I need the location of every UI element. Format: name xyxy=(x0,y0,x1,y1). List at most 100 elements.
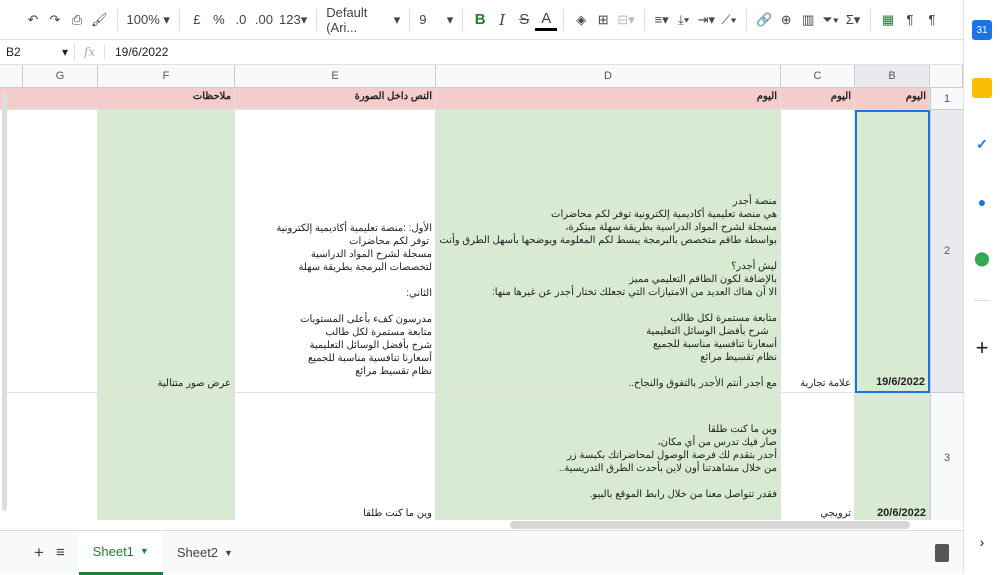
header-day-c[interactable]: اليوم xyxy=(781,88,855,110)
italic-button[interactable]: I xyxy=(491,6,513,34)
column-header-g[interactable]: G xyxy=(23,65,98,88)
divider xyxy=(178,8,180,31)
chart-icon[interactable]: ▥ xyxy=(797,6,819,34)
cell-b2-selected[interactable]: 19/6/2022 xyxy=(855,110,930,393)
cell-c2-text: علامة تجارية xyxy=(800,378,851,389)
format-label: 123 xyxy=(278,12,301,27)
cell-f2[interactable]: عرض صور متتالية xyxy=(98,110,235,393)
cell-d3[interactable]: وين ما كنت طلقا صار فيك تدرس من أي مكان،… xyxy=(436,393,781,520)
borders-icon[interactable]: ⊞ xyxy=(592,6,614,34)
currency-button[interactable]: £ xyxy=(186,6,208,34)
header-day-b[interactable]: اليوم xyxy=(855,88,930,110)
filter-icon[interactable]: ⏷▾ xyxy=(819,6,842,34)
sheet-grid[interactable]: G F E D C B ملاحظات النص داخل الصورة الي… xyxy=(0,65,963,520)
cell-d2-text: منصة أجدر هي منصة تعليمية أكاديمية إلكتر… xyxy=(436,196,777,389)
cell-b2-text: 19/6/2022 xyxy=(876,376,925,388)
cell-f3[interactable] xyxy=(98,393,235,520)
print-icon[interactable]: ⎙ xyxy=(66,6,88,34)
bold-button[interactable]: B xyxy=(469,6,491,34)
cell-e3[interactable]: وين ما كنت طلقا xyxy=(235,393,436,520)
zoom-select[interactable]: 100% ▾ xyxy=(124,6,173,34)
add-sheet-icon[interactable]: + xyxy=(0,531,50,575)
sheet-tabs-bar: + ≡ Sheet1 ▼ Sheet2 ▼ xyxy=(0,530,963,575)
side-panel: 31 ✓ ● ⬤ + › xyxy=(963,0,1000,574)
toolbar: ↶ ↷ ⎙ 🖌 100% ▾ £ % .0 .00 123 ▾ Default (… xyxy=(0,0,963,40)
row-header-3[interactable]: 3 xyxy=(930,393,963,520)
header-image-text[interactable]: النص داخل الصورة xyxy=(235,88,436,110)
ltr-icon[interactable]: ▦ xyxy=(877,6,899,34)
text-color-button[interactable]: A xyxy=(535,9,558,31)
paint-format-icon[interactable]: 🖌 xyxy=(88,6,111,34)
formula-bar: B2 ▾ fx 19/6/2022 xyxy=(0,40,963,65)
corner xyxy=(0,65,23,88)
cell-b3[interactable]: 20/6/2022 xyxy=(855,393,930,520)
more-formats-button[interactable]: 123 ▾ xyxy=(276,6,310,34)
all-sheets-icon[interactable]: ≡ xyxy=(50,531,79,575)
header-notes[interactable]: ملاحظات xyxy=(98,88,235,110)
divider xyxy=(316,8,318,31)
keep-icon[interactable] xyxy=(972,78,992,98)
comment-icon[interactable]: ⊕ xyxy=(775,6,797,34)
cell-c3-text: ترويجي xyxy=(820,508,851,519)
expand-panel-icon[interactable]: › xyxy=(972,532,992,552)
column-header-f[interactable]: F xyxy=(98,65,235,88)
font-select[interactable]: Default (Ari... ▾ xyxy=(323,4,403,35)
cell-c2[interactable]: علامة تجارية xyxy=(781,110,855,393)
horizontal-scrollbar[interactable] xyxy=(510,521,910,529)
vertical-align-icon[interactable]: ⤓▾ xyxy=(673,6,695,34)
tab-sheet1[interactable]: Sheet1 ▼ xyxy=(78,530,163,575)
explore-icon[interactable] xyxy=(935,543,949,562)
add-addon-icon[interactable]: + xyxy=(972,335,992,360)
contacts-icon[interactable]: ● xyxy=(972,192,992,212)
tab-label: Sheet2 xyxy=(176,545,219,560)
fx-icon: fx xyxy=(75,45,105,59)
text-rotation-icon[interactable]: ⟋▾ xyxy=(718,6,740,34)
tab-label: Sheet1 xyxy=(92,543,134,559)
chevron-down-icon: ▼ xyxy=(139,546,149,556)
cell-g3[interactable] xyxy=(7,393,98,520)
cell-c3[interactable]: ترويجي xyxy=(781,393,855,520)
text-wrap-icon[interactable]: ⇥▾ xyxy=(695,6,718,34)
maps-icon[interactable]: ⬤ xyxy=(972,248,992,268)
column-header-d[interactable]: D xyxy=(436,65,781,88)
merge-cells-icon[interactable]: ⊟▾ xyxy=(614,6,637,34)
strikethrough-button[interactable]: S xyxy=(513,6,535,34)
cell-e2[interactable]: الأول: :منصة تعليمية أكاديمية إلكترونية … xyxy=(235,110,436,393)
corner-right xyxy=(930,65,963,88)
column-header-c[interactable]: C xyxy=(781,65,855,88)
increase-decimal-button[interactable]: .00 xyxy=(252,6,276,34)
cell-d2[interactable]: منصة أجدر هي منصة تعليمية أكاديمية إلكتر… xyxy=(436,110,781,393)
chevron-down-icon: ▼ xyxy=(224,547,233,558)
column-header-b[interactable]: B xyxy=(855,65,930,88)
name-box[interactable]: B2 ▾ xyxy=(0,43,75,61)
row-header-2[interactable]: 2 xyxy=(930,110,963,393)
divider xyxy=(746,8,748,31)
header-day-d[interactable]: اليوم xyxy=(436,88,781,110)
tasks-icon[interactable]: ✓ xyxy=(972,134,992,154)
cell-g2[interactable] xyxy=(7,110,98,393)
row-header-1[interactable]: 1 xyxy=(930,88,963,110)
divider xyxy=(563,8,565,31)
cell-b3-text: 20/6/2022 xyxy=(877,507,926,519)
formula-input[interactable]: 19/6/2022 xyxy=(105,45,168,59)
horizontal-align-icon[interactable]: ≡▾ xyxy=(651,6,673,34)
calendar-icon[interactable]: 31 xyxy=(972,20,992,40)
undo-icon[interactable]: ↶ xyxy=(22,6,44,34)
cell-d3-text: وين ما كنت طلقا صار فيك تدرس من أي مكان،… xyxy=(558,424,777,500)
font-label: Default (Ari... xyxy=(326,4,368,35)
font-size-select[interactable]: 9 ▾ xyxy=(416,6,456,34)
fill-color-icon[interactable]: ◈ xyxy=(570,6,592,34)
functions-icon[interactable]: Σ▾ xyxy=(842,6,864,34)
link-icon[interactable]: 🔗 xyxy=(753,6,775,34)
decrease-decimal-button[interactable]: .0 xyxy=(230,6,252,34)
column-header-e[interactable]: E xyxy=(235,65,436,88)
vertical-scrollbar[interactable] xyxy=(2,91,7,511)
percent-button[interactable]: % xyxy=(208,6,230,34)
paragraph-rtl-icon[interactable]: ¶ xyxy=(921,6,943,34)
zoom-value: 100% xyxy=(126,12,160,27)
paragraph-ltr-icon[interactable]: ¶ xyxy=(899,6,921,34)
tab-sheet2[interactable]: Sheet2 ▼ xyxy=(163,531,247,575)
cell-reference: B2 xyxy=(6,45,21,59)
divider xyxy=(870,8,871,31)
redo-icon[interactable]: ↷ xyxy=(44,6,66,34)
